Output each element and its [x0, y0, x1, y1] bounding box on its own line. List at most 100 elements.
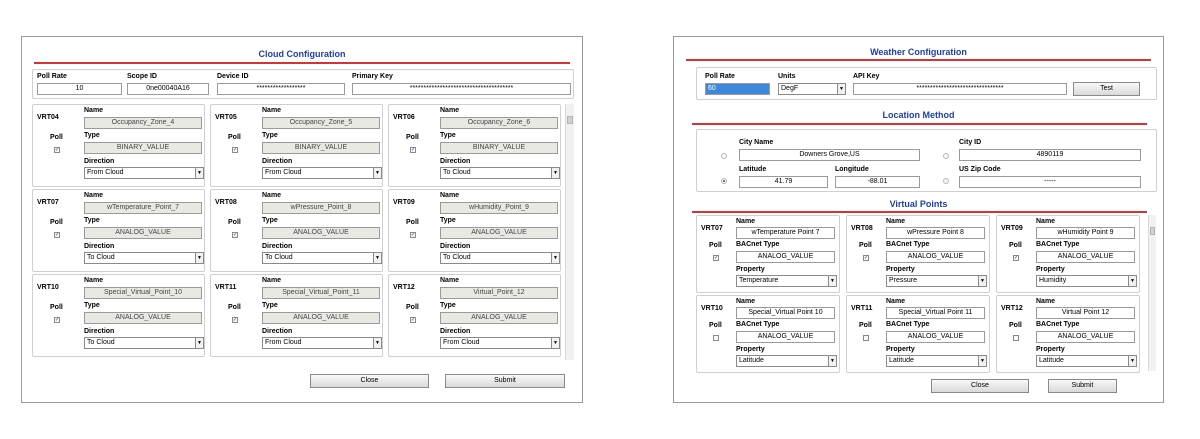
chevron-down-icon[interactable]: ▼: [373, 253, 381, 263]
longitude-input[interactable]: -88.01: [835, 176, 920, 188]
city-id-input[interactable]: 4890119: [959, 149, 1141, 161]
type-input[interactable]: BINARY_VALUE: [262, 142, 380, 154]
name-input[interactable]: wHumidity Point 9: [1036, 227, 1135, 239]
primary-key-input[interactable]: **************************************: [352, 83, 571, 95]
type-input[interactable]: ANALOG_VALUE: [262, 227, 380, 239]
type-input[interactable]: ANALOG_VALUE: [84, 312, 202, 324]
name-input[interactable]: Occupancy_Zone_6: [440, 117, 558, 129]
poll-rate-input[interactable]: 10: [37, 83, 122, 95]
poll-checkbox[interactable]: ✓: [232, 232, 238, 238]
name-input[interactable]: wPressure_Point_8: [262, 202, 380, 214]
type-input[interactable]: ANALOG_VALUE: [440, 227, 558, 239]
weather-submit-button[interactable]: Submit: [1048, 379, 1117, 393]
zip-code-radio[interactable]: [943, 178, 949, 184]
poll-checkbox[interactable]: ✓: [54, 232, 60, 238]
poll-checkbox[interactable]: ✓: [232, 317, 238, 323]
poll-checkbox[interactable]: ✓: [410, 147, 416, 153]
city-name-radio[interactable]: [721, 153, 727, 159]
name-input[interactable]: Occupancy_Zone_4: [84, 117, 202, 129]
zip-code-input[interactable]: -----: [959, 176, 1141, 188]
chevron-down-icon[interactable]: ▼: [551, 253, 559, 263]
direction-select[interactable]: From Cloud ▼: [84, 167, 204, 179]
chevron-down-icon[interactable]: ▼: [551, 338, 559, 348]
type-input[interactable]: ANALOG_VALUE: [440, 312, 558, 324]
virtual-scrollbar[interactable]: [1148, 215, 1156, 371]
direction-select[interactable]: To Cloud ▼: [440, 252, 560, 264]
chevron-down-icon[interactable]: ▼: [373, 168, 381, 178]
direction-select[interactable]: From Cloud ▼: [440, 337, 560, 349]
type-input[interactable]: BINARY_VALUE: [440, 142, 558, 154]
name-input[interactable]: Special_Virtual Point 10: [736, 307, 835, 319]
bacnet-type-input[interactable]: ANALOG_VALUE: [1036, 331, 1135, 343]
type-input[interactable]: ANALOG_VALUE: [84, 227, 202, 239]
poll-checkbox[interactable]: ✓: [713, 255, 719, 261]
chevron-down-icon[interactable]: ▼: [828, 276, 836, 286]
units-select[interactable]: DegF ▼: [778, 83, 846, 95]
cloud-close-button[interactable]: Close: [310, 374, 429, 388]
bacnet-type-input[interactable]: ANALOG_VALUE: [886, 251, 985, 263]
weather-close-button[interactable]: Close: [931, 379, 1029, 393]
chevron-down-icon[interactable]: ▼: [195, 168, 203, 178]
poll-checkbox[interactable]: ✓: [1013, 335, 1019, 341]
name-input[interactable]: wTemperature_Point_7: [84, 202, 202, 214]
chevron-down-icon[interactable]: ▼: [837, 84, 845, 94]
name-input[interactable]: Virtual_Point_12: [440, 287, 558, 299]
name-input[interactable]: Special_Virtual_Point_11: [262, 287, 380, 299]
name-input[interactable]: wHumidity_Point_9: [440, 202, 558, 214]
name-input[interactable]: Occupancy_Zone_5: [262, 117, 380, 129]
name-input[interactable]: wTemperature Point 7: [736, 227, 835, 239]
direction-select[interactable]: From Cloud ▼: [262, 337, 382, 349]
chevron-down-icon[interactable]: ▼: [373, 338, 381, 348]
lat-long-radio[interactable]: [721, 178, 727, 184]
chevron-down-icon[interactable]: ▼: [195, 253, 203, 263]
poll-rate-input[interactable]: 60: [705, 83, 770, 95]
chevron-down-icon[interactable]: ▼: [195, 338, 203, 348]
property-select[interactable]: Pressure ▼: [886, 275, 987, 287]
cloud-submit-button[interactable]: Submit: [445, 374, 565, 388]
city-id-radio[interactable]: [943, 153, 949, 159]
property-select[interactable]: Temperature ▼: [736, 275, 837, 287]
api-key-input[interactable]: ********************************: [853, 83, 1067, 95]
latitude-input[interactable]: 41.79: [739, 176, 828, 188]
test-button[interactable]: Test: [1073, 82, 1140, 96]
direction-select[interactable]: To Cloud ▼: [262, 252, 382, 264]
cloud-scrollbar[interactable]: [565, 104, 574, 360]
name-input[interactable]: Special_Virtual Point 11: [886, 307, 985, 319]
cloud-scroll-thumb[interactable]: [567, 116, 573, 124]
chevron-down-icon[interactable]: ▼: [551, 168, 559, 178]
direction-select[interactable]: To Cloud ▼: [440, 167, 560, 179]
name-input[interactable]: Virtual Point 12: [1036, 307, 1135, 319]
name-input[interactable]: Special_Virtual_Point_10: [84, 287, 202, 299]
bacnet-type-input[interactable]: ANALOG_VALUE: [736, 251, 835, 263]
device-id-input[interactable]: ******************: [217, 83, 345, 95]
city-name-input[interactable]: Downers Grove,US: [739, 149, 920, 161]
poll-checkbox[interactable]: ✓: [863, 255, 869, 261]
property-select[interactable]: Latitude ▼: [736, 355, 837, 367]
chevron-down-icon[interactable]: ▼: [978, 276, 986, 286]
chevron-down-icon[interactable]: ▼: [1128, 276, 1136, 286]
poll-checkbox[interactable]: ✓: [232, 147, 238, 153]
name-input[interactable]: wPressure Point 8: [886, 227, 985, 239]
direction-select[interactable]: From Cloud ▼: [262, 167, 382, 179]
bacnet-type-input[interactable]: ANALOG_VALUE: [736, 331, 835, 343]
poll-checkbox[interactable]: ✓: [1013, 255, 1019, 261]
type-input[interactable]: BINARY_VALUE: [84, 142, 202, 154]
direction-select[interactable]: To Cloud ▼: [84, 252, 204, 264]
chevron-down-icon[interactable]: ▼: [978, 356, 986, 366]
poll-checkbox[interactable]: ✓: [54, 147, 60, 153]
property-select[interactable]: Latitude ▼: [886, 355, 987, 367]
chevron-down-icon[interactable]: ▼: [828, 356, 836, 366]
poll-checkbox[interactable]: ✓: [410, 232, 416, 238]
poll-checkbox[interactable]: ✓: [863, 335, 869, 341]
direction-select[interactable]: To Cloud ▼: [84, 337, 204, 349]
property-select[interactable]: Humidity ▼: [1036, 275, 1137, 287]
property-select[interactable]: Latitude ▼: [1036, 355, 1137, 367]
virtual-scroll-thumb[interactable]: [1150, 227, 1155, 235]
type-input[interactable]: ANALOG_VALUE: [262, 312, 380, 324]
scope-id-input[interactable]: 0ne00040A16: [127, 83, 209, 95]
bacnet-type-input[interactable]: ANALOG_VALUE: [1036, 251, 1135, 263]
bacnet-type-input[interactable]: ANALOG_VALUE: [886, 331, 985, 343]
chevron-down-icon[interactable]: ▼: [1128, 356, 1136, 366]
poll-checkbox[interactable]: ✓: [713, 335, 719, 341]
poll-checkbox[interactable]: ✓: [54, 317, 60, 323]
